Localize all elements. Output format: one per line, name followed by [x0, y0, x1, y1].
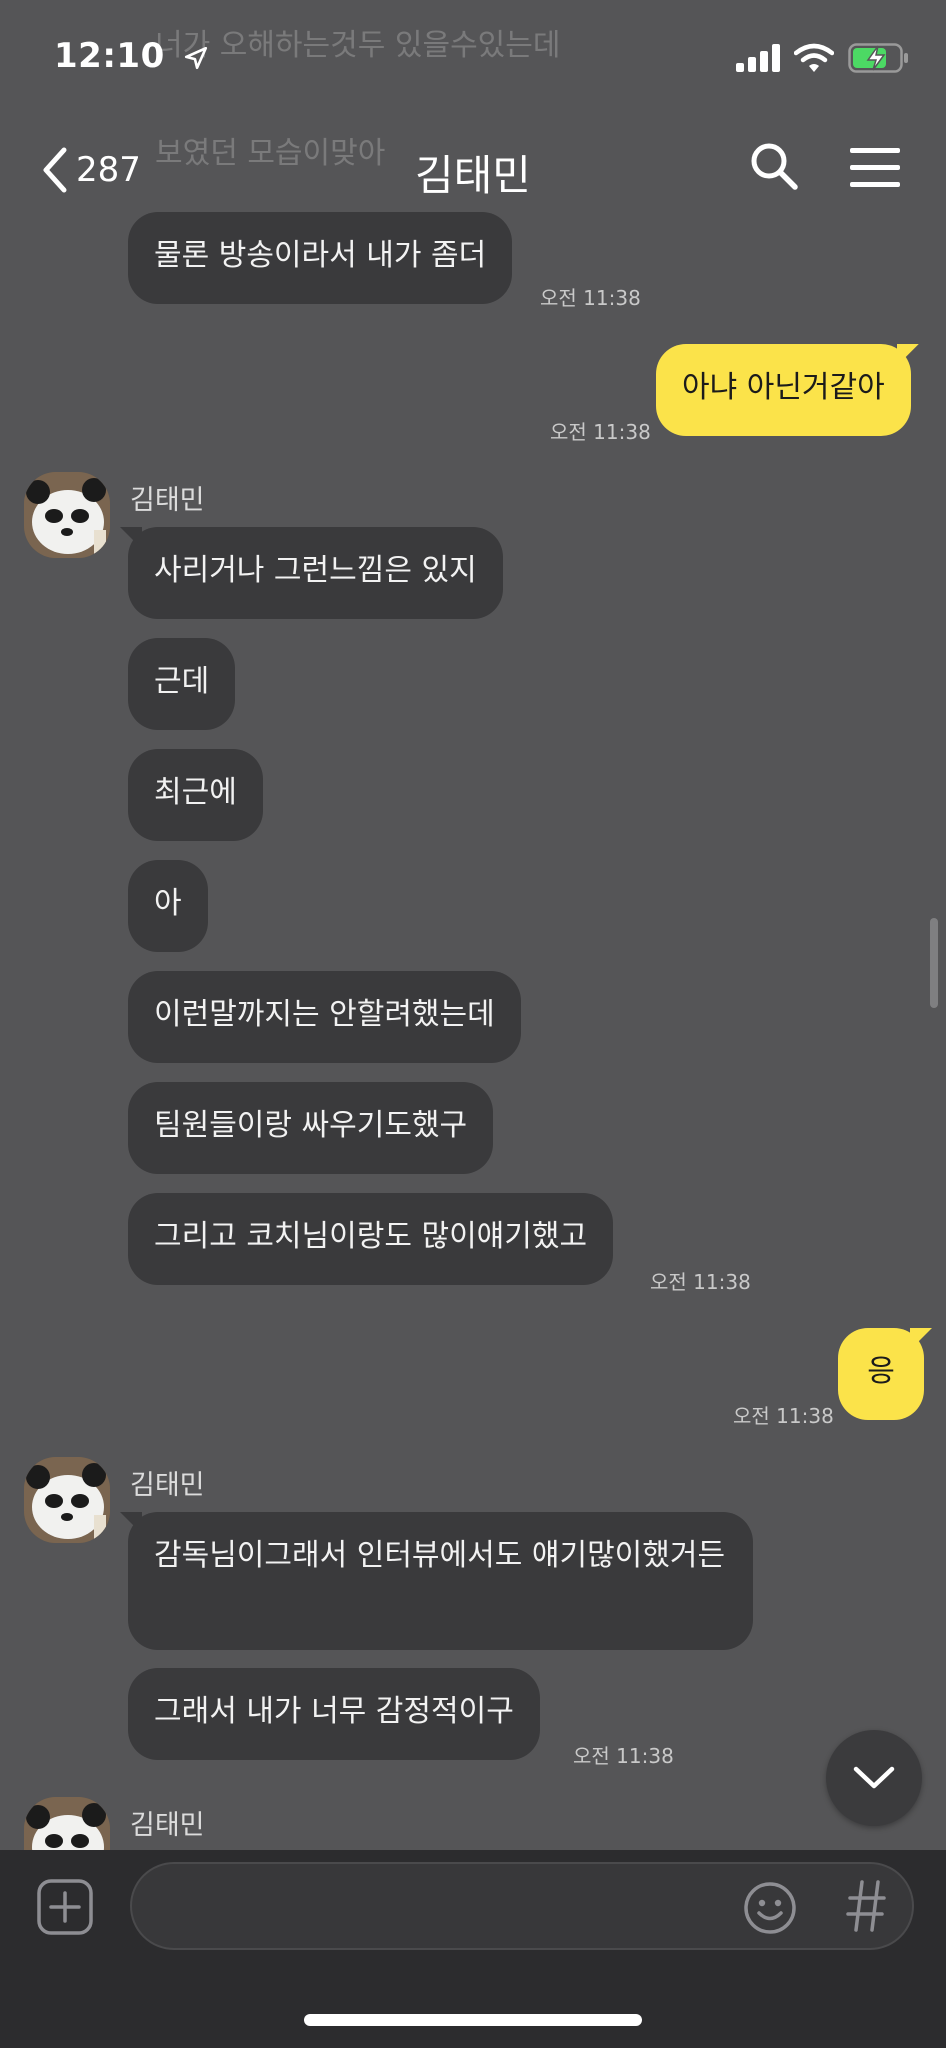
message-text: 아냐 아닌거같아 [682, 370, 885, 405]
sender-name: 김태민 [130, 1810, 205, 1841]
scroll-to-bottom-button[interactable] [826, 1730, 922, 1826]
avatar[interactable] [24, 472, 110, 558]
message-bubble[interactable]: 그래서 내가 너무 감정적이구 [128, 1668, 540, 1760]
message-time: 오전 11:38 [650, 1270, 751, 1294]
chevron-down-icon [853, 1766, 895, 1789]
message-text: 그리고 코치님이랑도 많이얘기했고 [154, 1219, 588, 1254]
message-text: 사리거나 그런느낌은 있지 [154, 553, 477, 588]
message-text: 그래서 내가 너무 감정적이구 [154, 1694, 514, 1729]
panda-avatar-image [24, 472, 110, 558]
hash-button[interactable] [846, 1878, 886, 1947]
message-text: 감독님이그래서 인터뷰에서도 얘기많이했거든 [154, 1538, 726, 1573]
message-bubble[interactable]: 아 [128, 860, 208, 952]
emoji-icon [744, 1882, 796, 1934]
search-button[interactable] [748, 140, 800, 196]
my-message-bubble[interactable]: 응 [838, 1328, 924, 1420]
wifi-icon [794, 43, 834, 72]
hash-icon [846, 1880, 886, 1932]
panda-avatar-image [24, 1457, 110, 1543]
message-bubble[interactable]: 물론 방송이라서 내가 좀더 [128, 212, 513, 304]
message-bubble[interactable]: 팀원들이랑 싸우기도했구 [128, 1082, 494, 1174]
panda-avatar-image [24, 1797, 110, 1850]
message-bubble[interactable]: 근데 [128, 638, 236, 730]
status-time-text: 12:10 [54, 36, 165, 76]
status-icons [736, 40, 910, 76]
sender-name: 김태민 [130, 1470, 205, 1501]
message-bubble[interactable]: 감독님이그래서 인터뷰에서도 얘기많이했거든 [128, 1512, 753, 1650]
message-text: 팀원들이랑 싸우기도했구 [154, 1108, 468, 1143]
message-text: 근데 [154, 664, 210, 699]
chat-title: 김태민 [415, 151, 531, 200]
message-bubble[interactable]: 최근에 [128, 749, 263, 841]
message-text: 이런말까지는 안할려했는데 [154, 997, 495, 1032]
attach-button[interactable] [36, 1878, 94, 1940]
message-time: 오전 11:38 [573, 1744, 674, 1768]
sender-name: 김태민 [130, 485, 205, 516]
message-text: 최근에 [154, 775, 237, 810]
my-message-bubble[interactable]: 아냐 아닌거같아 [656, 344, 911, 436]
emoji-button[interactable] [742, 1880, 798, 1940]
menu-button[interactable] [848, 146, 902, 194]
signal-icon [736, 44, 780, 72]
menu-icon [850, 148, 900, 187]
message-time: 오전 11:38 [550, 420, 651, 444]
message-time: 오전 11:38 [540, 286, 641, 310]
message-bubble[interactable]: 이런말까지는 안할려했는데 [128, 971, 521, 1063]
plus-icon [37, 1879, 93, 1935]
message-text: 응 [867, 1354, 895, 1389]
message-bubble[interactable]: 사리거나 그런느낌은 있지 [128, 527, 503, 619]
home-indicator [304, 2014, 642, 2026]
message-text: 아 [154, 886, 182, 921]
faded-message-1: 너가 오해하는것두 있을수있는데 [155, 28, 561, 63]
search-icon [751, 143, 798, 190]
message-bubble[interactable]: 그리고 코치님이랑도 많이얘기했고 [128, 1193, 614, 1285]
avatar[interactable] [24, 1457, 110, 1543]
avatar[interactable] [24, 1797, 110, 1850]
scrollbar[interactable] [930, 918, 938, 1008]
message-time: 오전 11:38 [733, 1404, 834, 1428]
message-text: 물론 방송이라서 내가 좀더 [154, 238, 487, 273]
battery-charging-icon [848, 43, 908, 73]
